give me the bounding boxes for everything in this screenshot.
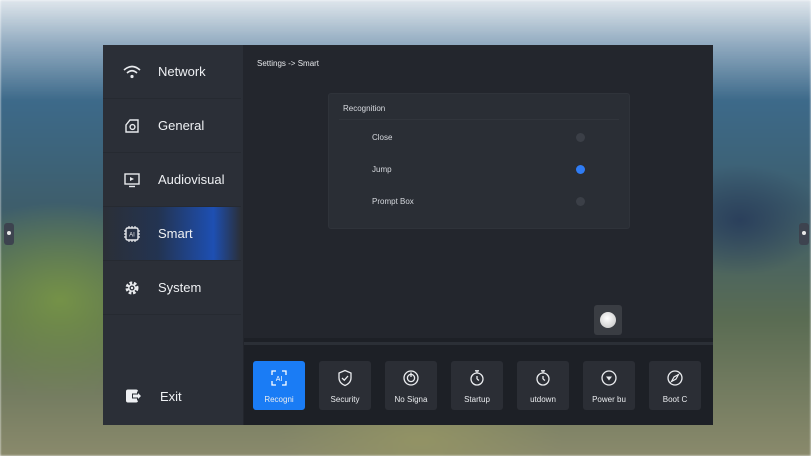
- sidebar-item-label: Smart: [158, 226, 193, 241]
- right-edge-handle[interactable]: [799, 223, 809, 245]
- toolbar-item-shutdown[interactable]: utdown: [517, 361, 569, 410]
- toolbar-item-label: Startup: [464, 395, 490, 404]
- toolbar-item-label: Boot C: [662, 395, 688, 404]
- timer-icon: [451, 369, 503, 387]
- recognition-title: Recognition: [343, 104, 386, 113]
- option-prompt-box-radio[interactable]: [576, 197, 585, 206]
- toolbar-item-label: utdown: [530, 395, 556, 404]
- shield-icon: [319, 369, 371, 387]
- ai-recognition-icon: AI: [253, 369, 305, 387]
- toolbar-item-boot-channel[interactable]: Boot C: [649, 361, 701, 410]
- toolbar-item-label: No Signa: [394, 395, 428, 404]
- divider: [244, 342, 713, 345]
- recognition-card: Recognition Close Jump Prompt Box: [328, 93, 630, 229]
- exit-icon: [122, 388, 146, 404]
- ai-chip-icon: AI: [120, 225, 144, 243]
- breadcrumb: Settings -> Smart: [257, 59, 320, 68]
- timer-icon: [517, 369, 569, 387]
- monitor-icon: [120, 172, 144, 188]
- sidebar-item-label: Audiovisual: [158, 172, 225, 187]
- toolbar-item-startup[interactable]: Startup: [451, 361, 503, 410]
- option-jump-radio[interactable]: [576, 165, 585, 174]
- exit-label: Exit: [160, 388, 182, 404]
- svg-text:AI: AI: [276, 376, 283, 383]
- power-button-icon: [583, 369, 635, 387]
- exit-button[interactable]: Exit: [103, 378, 241, 414]
- toolbar-item-label: Security: [330, 395, 360, 404]
- toolbar-item-recognition[interactable]: AI Recogni: [253, 361, 305, 410]
- option-prompt-box-label[interactable]: Prompt Box: [372, 197, 414, 206]
- sidebar-item-label: General: [158, 118, 205, 133]
- svg-text:AI: AI: [129, 232, 135, 238]
- floating-home-button[interactable]: [594, 305, 622, 335]
- option-close-label[interactable]: Close: [372, 133, 392, 142]
- divider: [339, 119, 619, 120]
- sidebar-item-label: System: [158, 280, 202, 295]
- toolbar-item-power-button[interactable]: Power bu: [583, 361, 635, 410]
- option-close-radio[interactable]: [576, 133, 585, 142]
- wifi-icon: [120, 65, 144, 79]
- sidebar-item-label: Network: [158, 64, 206, 79]
- toolbar-item-security[interactable]: Security: [319, 361, 371, 410]
- sidebar-item-system[interactable]: System: [103, 261, 241, 315]
- toolbar-item-no-signal[interactable]: No Signa: [385, 361, 437, 410]
- general-icon: [120, 117, 144, 135]
- gear-icon: [120, 279, 144, 297]
- sidebar: Network General Audiovisual AI Smart Sys…: [103, 45, 243, 425]
- sidebar-item-audiovisual[interactable]: Audiovisual: [103, 153, 241, 207]
- compass-icon: [649, 369, 701, 387]
- sidebar-item-smart[interactable]: AI Smart: [103, 207, 241, 261]
- power-icon: [385, 369, 437, 387]
- toolbar-item-label: Recogni: [264, 395, 294, 404]
- left-edge-handle[interactable]: [4, 223, 14, 245]
- sidebar-item-network[interactable]: Network: [103, 45, 241, 99]
- toolbar-item-label: Power bu: [592, 395, 626, 404]
- settings-panel: Network General Audiovisual AI Smart Sys…: [103, 45, 713, 425]
- option-jump-label[interactable]: Jump: [372, 165, 392, 174]
- sidebar-item-general[interactable]: General: [103, 99, 241, 153]
